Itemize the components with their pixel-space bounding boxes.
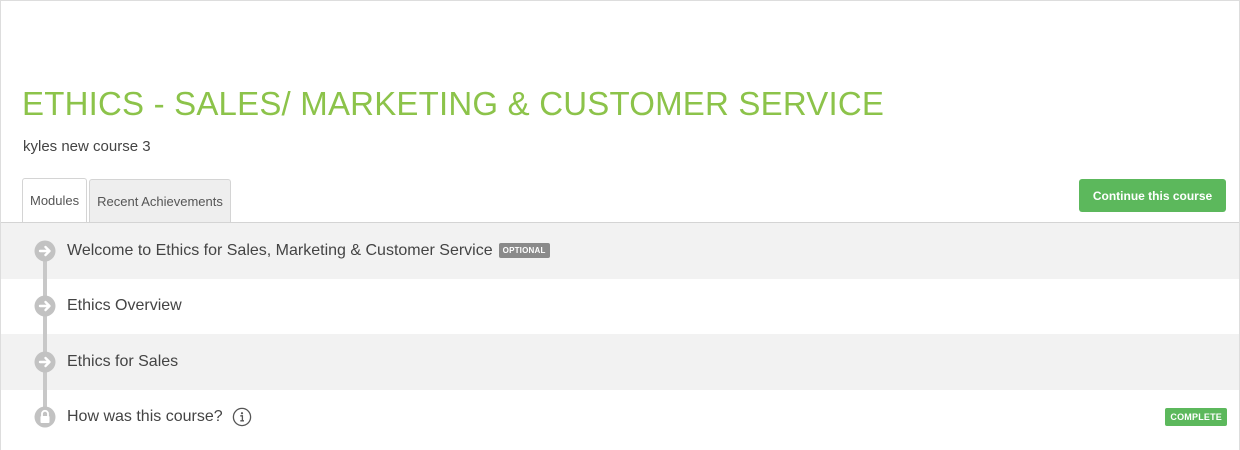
tab-modules[interactable]: Modules [22, 178, 88, 222]
info-icon[interactable] [232, 407, 252, 427]
module-title: Welcome to Ethics for Sales, Marketing &… [67, 241, 493, 259]
module-title: How was this course? [67, 408, 223, 426]
module-title: Ethics for Sales [67, 352, 179, 370]
course-page: ETHICS - SALES/ MARKETING & CUSTOMER SER… [0, 0, 1240, 450]
module-title: Ethics Overview [67, 297, 182, 315]
arrow-circle-icon [34, 295, 56, 317]
course-subtitle: kyles new course 3 [23, 138, 151, 155]
tab-bar: Modules Recent Achievements [22, 178, 233, 222]
module-title-link[interactable]: Welcome to Ethics for Sales, Marketing &… [67, 242, 550, 260]
tab-recent-achievements[interactable]: Recent Achievements [89, 179, 231, 222]
module-row[interactable]: Welcome to Ethics for Sales, Marketing &… [1, 223, 1239, 279]
timeline-connector [43, 251, 47, 417]
module-list: Welcome to Ethics for Sales, Marketing &… [1, 222, 1239, 445]
module-title-link[interactable]: How was this course? [67, 407, 252, 427]
arrow-circle-icon [34, 351, 56, 373]
course-title: ETHICS - SALES/ MARKETING & CUSTOMER SER… [22, 85, 885, 122]
optional-badge: OPTIONAL [498, 243, 550, 259]
continue-course-button[interactable]: Continue this course [1079, 179, 1226, 212]
module-title-link[interactable]: Ethics for Sales [67, 353, 178, 371]
complete-badge: COMPLETE [1165, 408, 1227, 427]
lock-icon [34, 406, 56, 428]
module-row[interactable]: How was this course? COMPLETE [1, 389, 1239, 445]
arrow-circle-icon [34, 240, 56, 262]
module-row[interactable]: Ethics for Sales [1, 334, 1239, 390]
module-title-link[interactable]: Ethics Overview [67, 297, 182, 315]
module-row[interactable]: Ethics Overview [1, 278, 1239, 334]
